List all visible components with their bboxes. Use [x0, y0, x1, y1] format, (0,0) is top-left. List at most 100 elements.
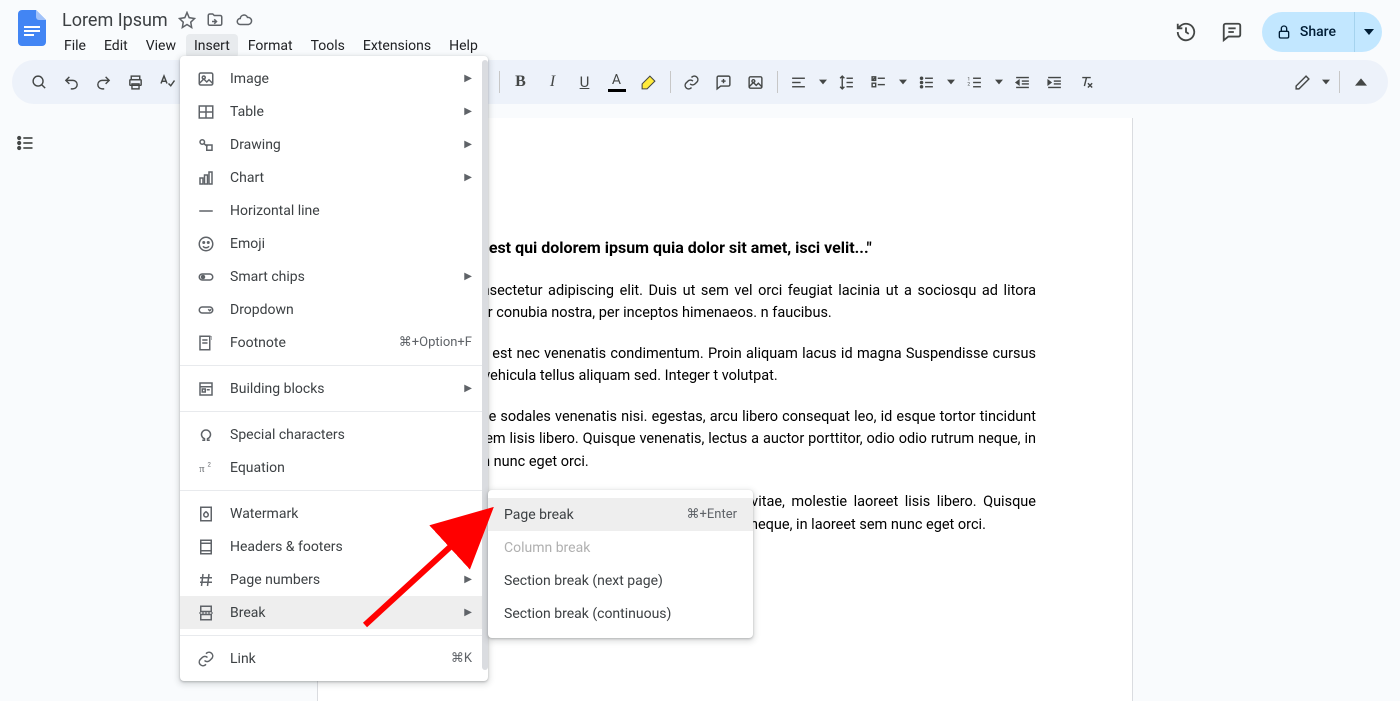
- line-spacing-icon[interactable]: [832, 67, 862, 97]
- hr-icon: [196, 202, 216, 220]
- insert-menu-smart-chips[interactable]: Smart chips▶: [180, 260, 488, 293]
- doc-heading: m: [414, 188, 1036, 218]
- insert-menu: Image▶Table▶Drawing▶Chart▶Horizontal lin…: [180, 56, 488, 681]
- insert-menu-drawing[interactable]: Drawing▶: [180, 128, 488, 161]
- doc-quote: quisquam est qui dolorem ipsum quia dolo…: [414, 236, 1036, 260]
- comments-icon[interactable]: [1216, 16, 1248, 48]
- svg-text:2: 2: [208, 461, 212, 468]
- emoji-icon: [196, 235, 216, 253]
- bullet-list-icon[interactable]: [912, 67, 942, 97]
- insert-menu-emoji[interactable]: Emoji: [180, 227, 488, 260]
- spellcheck-icon[interactable]: [152, 67, 182, 97]
- menu-edit[interactable]: Edit: [96, 34, 136, 58]
- break-submenu: Page break⌘+EnterColumn breakSection bre…: [488, 490, 753, 638]
- chevron-right-icon: ▶: [464, 106, 472, 117]
- break-menu-page-break[interactable]: Page break⌘+Enter: [488, 498, 753, 531]
- insert-menu-footnote[interactable]: 1Footnote⌘+Option+F: [180, 326, 488, 359]
- numbered-list-icon[interactable]: 12: [960, 67, 990, 97]
- footnote-icon: 1: [196, 334, 216, 352]
- image-icon: [196, 70, 216, 88]
- insert-menu-dropdown[interactable]: Dropdown: [180, 293, 488, 326]
- share-button[interactable]: Share: [1262, 12, 1354, 52]
- menu-help[interactable]: Help: [441, 34, 486, 58]
- lock-icon: [1276, 24, 1292, 40]
- editing-dropdown-icon[interactable]: [1319, 67, 1333, 97]
- chevron-right-icon: ▶: [464, 172, 472, 183]
- checklist-icon[interactable]: [864, 67, 894, 97]
- drawing-icon: [196, 136, 216, 154]
- outline-icon[interactable]: [10, 128, 40, 158]
- editing-mode-icon[interactable]: [1287, 67, 1317, 97]
- insert-menu-headers-footers[interactable]: Headers & footers: [180, 530, 488, 563]
- menu-tools[interactable]: Tools: [303, 34, 353, 58]
- cloud-status-icon[interactable]: [234, 11, 254, 29]
- menu-file[interactable]: File: [56, 34, 94, 58]
- menu-format[interactable]: Format: [240, 34, 301, 58]
- table-icon: [196, 103, 216, 121]
- insert-menu-equation[interactable]: π2Equation: [180, 451, 488, 484]
- redo-icon[interactable]: [88, 67, 118, 97]
- app-header: Lorem Ipsum FileEditViewInsertFormatTool…: [0, 0, 1400, 60]
- chart-icon: [196, 169, 216, 187]
- insert-menu-image[interactable]: Image▶: [180, 62, 488, 95]
- insert-menu-special-characters[interactable]: Special characters: [180, 418, 488, 451]
- collapse-toolbar-icon[interactable]: [1346, 67, 1376, 97]
- underline-icon[interactable]: U: [570, 67, 600, 97]
- italic-icon[interactable]: I: [538, 67, 568, 97]
- decrease-indent-icon[interactable]: [1008, 67, 1038, 97]
- search-icon[interactable]: [24, 67, 54, 97]
- blocks-icon: [196, 380, 216, 398]
- move-folder-icon[interactable]: [206, 11, 224, 29]
- docs-logo[interactable]: [12, 8, 52, 48]
- doc-paragraph: Suspendisse sodales venenatis nisi. eges…: [414, 406, 1036, 473]
- insert-menu-break[interactable]: Break▶: [180, 596, 488, 629]
- break-menu-column-break: Column break: [488, 531, 753, 564]
- omega-icon: [196, 426, 216, 444]
- clear-formatting-icon[interactable]: [1072, 67, 1102, 97]
- doc-paragraph: Duis mattis est nec venenatis condimentu…: [414, 343, 1036, 388]
- bullet-dropdown-icon[interactable]: [944, 67, 958, 97]
- insert-menu-link[interactable]: Link⌘K: [180, 642, 488, 675]
- menu-view[interactable]: View: [138, 34, 184, 58]
- headerfooter-icon: [196, 538, 216, 556]
- break-menu-section-break-next-page-[interactable]: Section break (next page): [488, 564, 753, 597]
- svg-text:π: π: [199, 463, 205, 474]
- menu-insert[interactable]: Insert: [186, 34, 238, 58]
- bold-icon[interactable]: B: [506, 67, 536, 97]
- share-dropdown[interactable]: [1354, 12, 1382, 52]
- insert-link-icon[interactable]: [677, 67, 707, 97]
- insert-menu-chart[interactable]: Chart▶: [180, 161, 488, 194]
- highlight-icon[interactable]: [634, 67, 664, 97]
- menu-extensions[interactable]: Extensions: [355, 34, 439, 58]
- insert-menu-table[interactable]: Table▶: [180, 95, 488, 128]
- print-icon[interactable]: [120, 67, 150, 97]
- link-icon: [196, 650, 216, 668]
- doc-paragraph: t amet, consectetur adipiscing elit. Dui…: [414, 280, 1036, 325]
- history-icon[interactable]: [1170, 16, 1202, 48]
- chevron-right-icon: ▶: [464, 73, 472, 84]
- align-icon[interactable]: [784, 67, 814, 97]
- text-color-icon[interactable]: A: [602, 67, 632, 97]
- insert-image-icon[interactable]: [741, 67, 771, 97]
- undo-icon[interactable]: [56, 67, 86, 97]
- svg-text:2: 2: [967, 81, 970, 87]
- watermark-icon: [196, 505, 216, 523]
- numbered-dropdown-icon[interactable]: [992, 67, 1006, 97]
- break-icon: [196, 604, 216, 622]
- document-title[interactable]: Lorem Ipsum: [62, 10, 168, 31]
- insert-menu-horizontal-line[interactable]: Horizontal line: [180, 194, 488, 227]
- svg-text:1: 1: [210, 336, 213, 342]
- break-menu-section-break-continuous-[interactable]: Section break (continuous): [488, 597, 753, 630]
- increase-indent-icon[interactable]: [1040, 67, 1070, 97]
- star-icon[interactable]: [178, 11, 196, 29]
- checklist-dropdown-icon[interactable]: [896, 67, 910, 97]
- insert-menu-page-numbers[interactable]: Page numbers▶: [180, 563, 488, 596]
- add-comment-icon[interactable]: [709, 67, 739, 97]
- insert-menu-building-blocks[interactable]: Building blocks▶: [180, 372, 488, 405]
- chips-icon: [196, 268, 216, 286]
- align-dropdown-icon[interactable]: [816, 67, 830, 97]
- pi-icon: π2: [196, 459, 216, 477]
- chevron-right-icon: ▶: [464, 271, 472, 282]
- chevron-right-icon: ▶: [464, 607, 472, 618]
- insert-menu-watermark[interactable]: Watermark: [180, 497, 488, 530]
